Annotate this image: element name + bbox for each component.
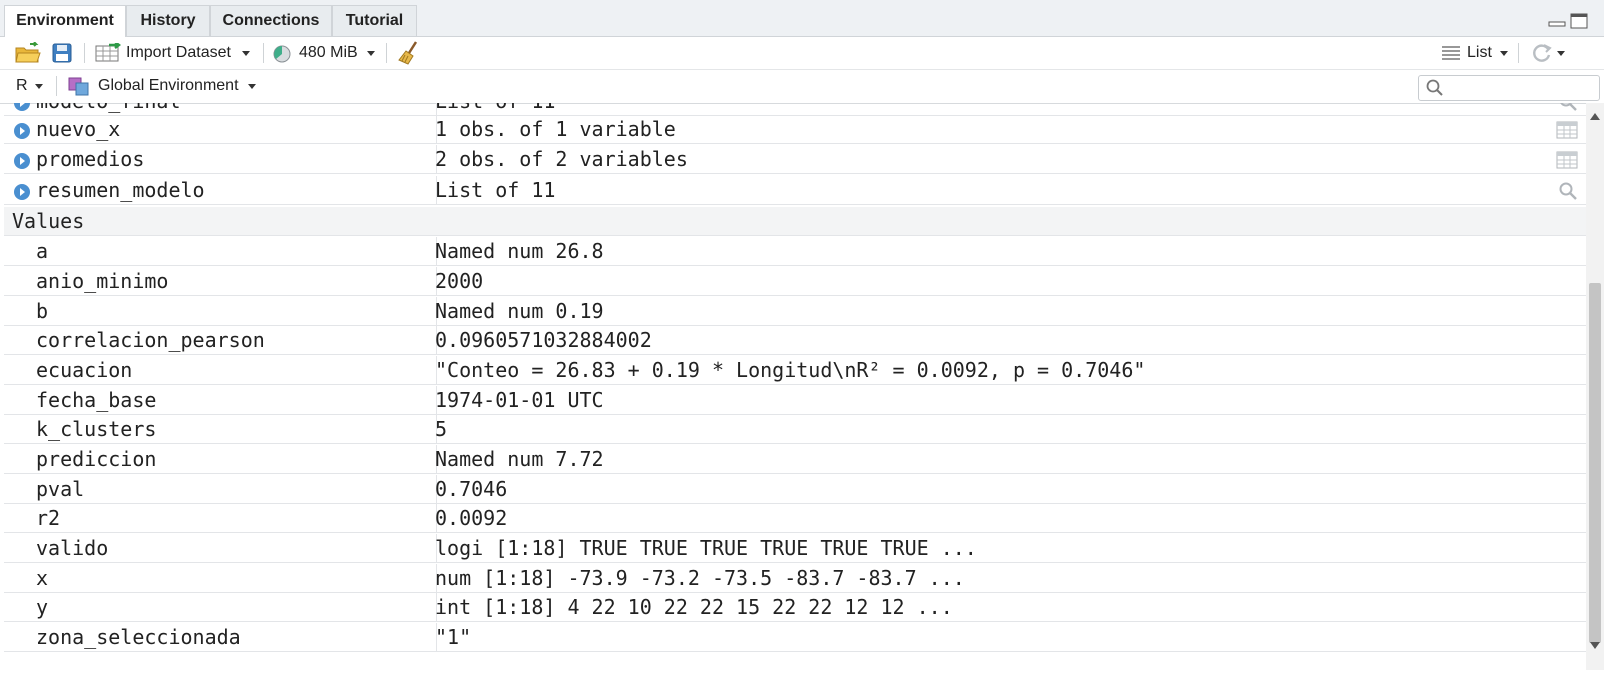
scroll-up-arrow-icon[interactable]	[1590, 107, 1600, 125]
variable-value: "Conteo = 26.83 + 0.19 * Longitud\nR² = …	[435, 358, 1146, 382]
variable-name: fecha_base	[36, 388, 157, 412]
search-box	[1418, 75, 1600, 101]
search-input[interactable]	[1449, 78, 1595, 98]
vertical-scrollbar[interactable]	[1586, 103, 1604, 670]
variable-name: b	[36, 299, 49, 323]
variable-value: 1 obs. of 1 variable	[435, 117, 676, 141]
variable-name: k_clusters	[36, 417, 157, 441]
table-row[interactable]: x num [1:18] -73.9 -73.2 -73.5 -83.7 -83…	[4, 564, 1586, 593]
pane-tab-bar: Environment History Connections Tutorial	[0, 0, 1604, 37]
open-folder-icon[interactable]	[14, 41, 42, 69]
table-row[interactable]: correlacion_pearson 0.0960571032884002	[4, 326, 1586, 355]
r-environment-icon	[67, 75, 91, 102]
memory-usage-icon[interactable]	[272, 44, 292, 69]
variable-name: zona_seleccionada	[36, 625, 241, 649]
variable-value: 2000	[435, 269, 484, 293]
scroll-down-arrow-icon[interactable]	[1590, 637, 1600, 655]
table-row[interactable]: valido logi [1:18] TRUE TRUE TRUE TRUE T…	[4, 534, 1586, 563]
maximize-pane-icon[interactable]	[1570, 13, 1588, 34]
table-row[interactable]: a Named num 26.8	[4, 237, 1586, 266]
variable-name: ecuacion	[36, 358, 133, 382]
variable-name: anio_minimo	[36, 269, 169, 293]
variable-value: 2 obs. of 2 variables	[435, 147, 688, 171]
minimize-pane-icon[interactable]	[1548, 13, 1566, 32]
expand-arrow-icon[interactable]	[13, 183, 31, 206]
variable-name: a	[36, 239, 49, 263]
variable-value: "1"	[435, 625, 472, 649]
variable-value: 0.0960571032884002	[435, 328, 652, 352]
table-view-icon[interactable]	[1556, 121, 1578, 144]
environment-variables-table: modelo_final List of 11 nuevo_x 1 obs. o…	[4, 103, 1586, 670]
variable-name: y	[36, 595, 49, 619]
variable-value: Named num 7.72	[435, 447, 604, 471]
environment-chevron-down-icon[interactable]	[248, 84, 256, 89]
scrollbar-thumb[interactable]	[1589, 283, 1601, 643]
variable-value: 0.7046	[435, 477, 508, 501]
variable-name: x	[36, 566, 49, 590]
table-row[interactable]: prediccion Named num 7.72	[4, 445, 1586, 474]
refresh-chevron-down-icon[interactable]	[1557, 51, 1565, 56]
language-selector[interactable]: R	[16, 77, 28, 95]
section-title: Values	[12, 209, 85, 233]
values-section-header: Values	[4, 207, 1586, 236]
variable-name: r2	[36, 506, 61, 530]
table-row[interactable]: ecuacion "Conteo = 26.83 + 0.19 * Longit…	[4, 356, 1586, 385]
variable-name: nuevo_x	[36, 117, 121, 141]
table-row[interactable]: pval 0.7046	[4, 475, 1586, 504]
tab-history[interactable]: History	[126, 5, 210, 36]
view-mode-chevron-down-icon[interactable]	[1500, 51, 1508, 56]
list-view-icon[interactable]	[1441, 45, 1461, 66]
search-icon[interactable]	[1558, 182, 1578, 205]
variable-value: logi [1:18] TRUE TRUE TRUE TRUE TRUE TRU…	[435, 536, 977, 560]
table-row[interactable]: resumen_modelo List of 11	[4, 176, 1586, 205]
table-row[interactable]: fecha_base 1974-01-01 UTC	[4, 386, 1586, 415]
table-row[interactable]: zona_seleccionada "1"	[4, 623, 1586, 652]
clear-workspace-broom-icon[interactable]	[396, 40, 422, 71]
search-icon	[1426, 79, 1444, 102]
variable-value: 1974-01-01 UTC	[435, 388, 604, 412]
language-chevron-down-icon[interactable]	[35, 84, 43, 89]
view-mode-dropdown[interactable]: List	[1467, 44, 1492, 62]
table-row[interactable]: nuevo_x 1 obs. of 1 variable	[4, 115, 1586, 144]
tab-tutorial[interactable]: Tutorial	[332, 5, 417, 36]
variable-value: List of 11	[435, 178, 556, 202]
table-row[interactable]: b Named num 0.19	[4, 297, 1586, 326]
variable-value: Named num 26.8	[435, 239, 604, 263]
import-dataset-chevron-down-icon[interactable]	[242, 51, 250, 56]
environment-toolbar: Import Dataset 480 MiB List	[0, 37, 1604, 70]
variable-name: resumen_modelo	[36, 178, 205, 202]
memory-chevron-down-icon[interactable]	[367, 51, 375, 56]
variable-value: 0.0092	[435, 506, 508, 530]
import-dataset-button[interactable]: Import Dataset	[126, 44, 231, 62]
environment-selector-bar: R Global Environment	[0, 70, 1604, 104]
table-view-icon[interactable]	[1556, 151, 1578, 174]
tab-environment[interactable]: Environment	[4, 5, 126, 37]
variable-name: promedios	[36, 147, 145, 171]
variable-value: 5	[435, 417, 448, 441]
variable-name: valido	[36, 536, 109, 560]
variable-name: prediccion	[36, 447, 157, 471]
table-row[interactable]: promedios 2 obs. of 2 variables	[4, 145, 1586, 174]
table-row[interactable]: k_clusters 5	[4, 415, 1586, 444]
tab-connections[interactable]: Connections	[210, 5, 332, 36]
expand-arrow-icon[interactable]	[13, 152, 31, 175]
import-dataset-icon[interactable]	[95, 41, 123, 68]
save-icon[interactable]	[52, 42, 72, 69]
table-row[interactable]: anio_minimo 2000	[4, 267, 1586, 296]
table-row[interactable]: y int [1:18] 4 22 10 22 22 15 22 22 12 1…	[4, 593, 1586, 622]
variable-name: correlacion_pearson	[36, 328, 265, 352]
environment-selector[interactable]: Global Environment	[98, 77, 239, 95]
variable-value: int [1:18] 4 22 10 22 22 15 22 22 12 12 …	[435, 595, 953, 619]
table-row[interactable]: r2 0.0092	[4, 504, 1586, 533]
refresh-icon[interactable]	[1531, 42, 1553, 69]
variable-value: num [1:18] -73.9 -73.2 -73.5 -83.7 -83.7…	[435, 566, 965, 590]
variable-name: pval	[36, 477, 85, 501]
variable-value: Named num 0.19	[435, 299, 604, 323]
expand-arrow-icon[interactable]	[13, 122, 31, 145]
memory-usage-label[interactable]: 480 MiB	[299, 44, 358, 62]
